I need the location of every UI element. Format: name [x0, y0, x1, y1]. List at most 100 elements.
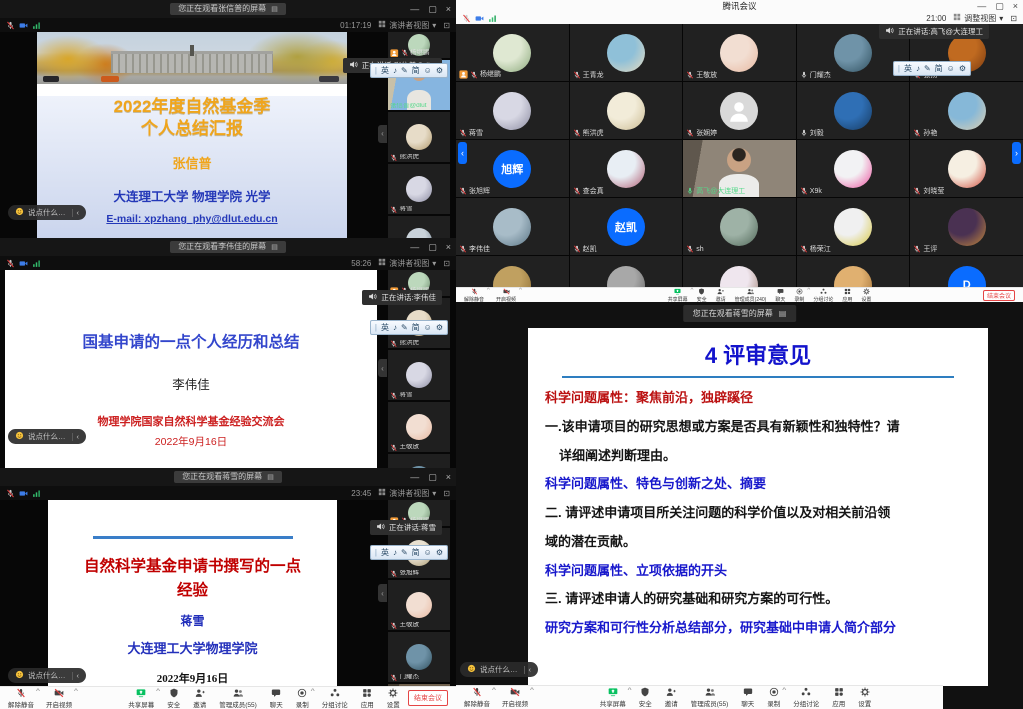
- settings-button[interactable]: 设置: [858, 687, 871, 708]
- ime-item[interactable]: ✎: [401, 323, 408, 332]
- filmstrip-thumb[interactable]: 高飞@大连理工: [388, 216, 450, 238]
- ime-item[interactable]: 英: [381, 65, 389, 76]
- maximize-button[interactable]: ▢: [428, 473, 437, 482]
- security-button[interactable]: 安全: [697, 288, 707, 303]
- ime-item[interactable]: ♪: [393, 66, 397, 75]
- filmstrip-thumb[interactable]: 王敬放: [388, 580, 450, 630]
- fullscreen-icon[interactable]: ⊡: [443, 259, 450, 268]
- previous-page-button[interactable]: ‹: [458, 142, 467, 164]
- mute-button[interactable]: 解除静音^: [464, 288, 484, 303]
- apps-button[interactable]: 应用: [842, 288, 852, 303]
- filmstrip-thumb[interactable]: 蒋雪: [388, 350, 450, 400]
- ime-item[interactable]: ☺: [947, 64, 955, 73]
- invite-button[interactable]: 邀请: [193, 688, 206, 709]
- participant-cell[interactable]: 蒋雪: [456, 82, 569, 139]
- fullscreen-icon[interactable]: ⊡: [1010, 14, 1017, 23]
- security-button[interactable]: 安全: [639, 687, 652, 708]
- filmstrip-thumb[interactable]: 熊洪虎: [388, 112, 450, 162]
- filmstrip-thumb[interactable]: 门耀杰: [388, 632, 450, 682]
- participant-cell[interactable]: 王青龙: [570, 24, 683, 81]
- ime-item[interactable]: ⚙: [959, 64, 966, 73]
- ime-item[interactable]: 简: [412, 547, 420, 558]
- screen-share-tab[interactable]: 您正在观看蒋雪的屏幕 ▤: [174, 471, 282, 483]
- participant-cell[interactable]: 王评: [910, 198, 1023, 255]
- participant-cell[interactable]: D: [910, 256, 1023, 288]
- share-screen-button[interactable]: 共享屏幕^: [600, 687, 626, 708]
- ime-item[interactable]: ☺: [424, 323, 432, 332]
- maximize-button[interactable]: ▢: [428, 5, 437, 14]
- invite-button[interactable]: 邀请: [665, 687, 678, 708]
- filmstrip-collapse-button[interactable]: ‹: [378, 125, 387, 143]
- minimize-button[interactable]: —: [410, 5, 419, 14]
- security-button[interactable]: 安全: [167, 688, 180, 709]
- participant-cell[interactable]: [683, 256, 796, 288]
- ime-item[interactable]: 简: [412, 322, 420, 333]
- chat-button[interactable]: 聊天: [741, 687, 754, 708]
- chat-button[interactable]: 聊天: [775, 288, 785, 303]
- settings-button[interactable]: 设置: [387, 688, 400, 709]
- camera-button[interactable]: 开启视频^: [502, 687, 528, 708]
- apps-button[interactable]: 应用: [361, 688, 374, 709]
- ime-item[interactable]: 英: [904, 63, 912, 74]
- end-meeting-button[interactable]: 结束会议: [408, 690, 448, 706]
- ime-item[interactable]: ⚙: [436, 66, 443, 75]
- close-button[interactable]: ×: [1013, 2, 1018, 11]
- ime-item[interactable]: ♪: [916, 64, 920, 73]
- mute-button[interactable]: 解除静音^: [464, 687, 490, 708]
- ime-item[interactable]: 英: [381, 547, 389, 558]
- participant-cell[interactable]: [456, 256, 569, 288]
- breakout-rooms-button[interactable]: 分组讨论: [793, 687, 819, 708]
- close-button[interactable]: ×: [446, 243, 451, 252]
- end-meeting-button[interactable]: 结束会议: [983, 290, 1015, 301]
- ime-item[interactable]: ✎: [401, 66, 408, 75]
- participant-cell[interactable]: 王敬放: [683, 24, 796, 81]
- manage-members-button[interactable]: 管理成员(55): [691, 687, 729, 708]
- filmstrip-thumb[interactable]: 蒋雪: [388, 164, 450, 214]
- participant-cell[interactable]: 杨荣江: [797, 198, 910, 255]
- share-screen-button[interactable]: 共享屏幕^: [668, 288, 688, 303]
- filmstrip-thumb[interactable]: 门耀杰: [388, 454, 450, 468]
- breakout-rooms-button[interactable]: 分组讨论: [813, 288, 833, 303]
- filmstrip-thumb[interactable]: 王敬放: [388, 402, 450, 452]
- chat-pill[interactable]: 说点什么…‹: [460, 662, 538, 677]
- minimize-button[interactable]: —: [977, 2, 986, 11]
- filmstrip-thumb[interactable]: 杨继鹏: [388, 32, 450, 58]
- record-button[interactable]: 录制^: [767, 687, 780, 708]
- participant-cell[interactable]: X9k: [797, 140, 910, 197]
- participant-cell[interactable]: sh: [683, 198, 796, 255]
- mute-button[interactable]: 解除静音^: [8, 688, 34, 709]
- participant-video-cell[interactable]: 高飞@大连理工: [683, 140, 796, 197]
- close-button[interactable]: ×: [446, 5, 451, 14]
- ime-item[interactable]: ☺: [424, 66, 432, 75]
- invite-button[interactable]: 邀请: [716, 288, 726, 303]
- view-switch[interactable]: 演讲者视图▾: [378, 20, 436, 31]
- participant-cell[interactable]: 张娴婷: [683, 82, 796, 139]
- filmstrip-collapse-button[interactable]: ‹: [378, 359, 387, 377]
- ime-item[interactable]: ♪: [393, 548, 397, 557]
- ime-item[interactable]: ♪: [393, 323, 397, 332]
- ime-item[interactable]: 英: [381, 322, 389, 333]
- ime-item[interactable]: 简: [935, 63, 943, 74]
- ime-item[interactable]: ✎: [924, 64, 931, 73]
- participant-cell[interactable]: 赵凯赵凯: [570, 198, 683, 255]
- view-switch[interactable]: 调整视图▾: [953, 13, 1003, 24]
- participant-cell[interactable]: 刘毅: [797, 82, 910, 139]
- participant-cell[interactable]: 熊洪虎: [570, 82, 683, 139]
- participant-cell[interactable]: 查会真: [570, 140, 683, 197]
- ime-item[interactable]: ✎: [401, 548, 408, 557]
- record-button[interactable]: 录制^: [794, 288, 804, 303]
- maximize-button[interactable]: ▢: [995, 2, 1004, 11]
- chat-pill[interactable]: 说点什么…‹: [8, 668, 86, 683]
- screen-share-tab[interactable]: 您正在观看张信普的屏幕 ▤: [170, 3, 286, 15]
- participant-cell[interactable]: 李伟佳: [456, 198, 569, 255]
- chat-pill[interactable]: 说点什么…‹: [8, 429, 86, 444]
- screen-share-tab[interactable]: 您正在观看李伟佳的屏幕 ▤: [170, 241, 286, 253]
- ime-item[interactable]: ⚙: [436, 323, 443, 332]
- settings-button[interactable]: 设置: [861, 288, 871, 303]
- participant-cell[interactable]: 杨继鹏: [456, 24, 569, 81]
- participant-cell[interactable]: 刘晓莹: [910, 140, 1023, 197]
- fullscreen-icon[interactable]: ⊡: [443, 489, 450, 498]
- camera-button[interactable]: 开启视频^: [46, 688, 72, 709]
- participant-cell[interactable]: 旭辉张旭辉: [456, 140, 569, 197]
- chat-pill[interactable]: 说点什么…‹: [8, 205, 86, 220]
